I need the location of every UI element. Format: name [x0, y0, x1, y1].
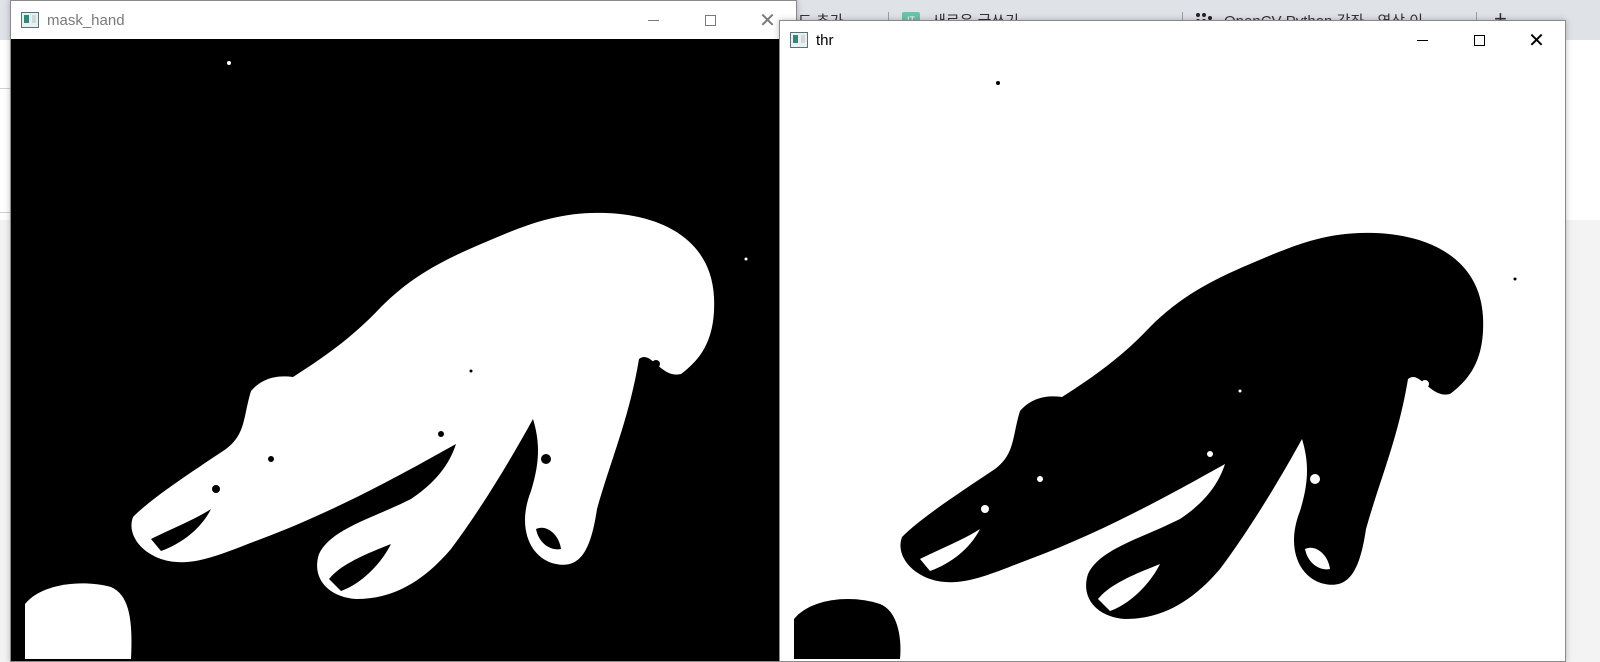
- minimize-button[interactable]: [1394, 21, 1451, 59]
- window-mask-hand[interactable]: mask_hand ✕: [10, 0, 797, 662]
- window-title: thr: [816, 31, 834, 49]
- window-title: mask_hand: [47, 11, 125, 29]
- minimize-button[interactable]: [625, 1, 682, 39]
- window-titlebar[interactable]: mask_hand ✕: [11, 1, 796, 39]
- image-canvas: [11, 39, 796, 661]
- image-canvas: [780, 59, 1565, 661]
- opencv-window-icon: [790, 32, 808, 48]
- maximize-button[interactable]: [1451, 21, 1508, 59]
- window-titlebar[interactable]: thr ✕: [780, 21, 1565, 59]
- close-button[interactable]: ✕: [1508, 21, 1565, 59]
- window-thr[interactable]: thr ✕: [779, 20, 1566, 662]
- mask-hand-image: [11, 39, 796, 659]
- maximize-button[interactable]: [682, 1, 739, 39]
- window-controls: ✕: [625, 1, 796, 39]
- window-controls: ✕: [1394, 21, 1565, 59]
- thr-image: [780, 59, 1565, 659]
- opencv-window-icon: [21, 12, 39, 28]
